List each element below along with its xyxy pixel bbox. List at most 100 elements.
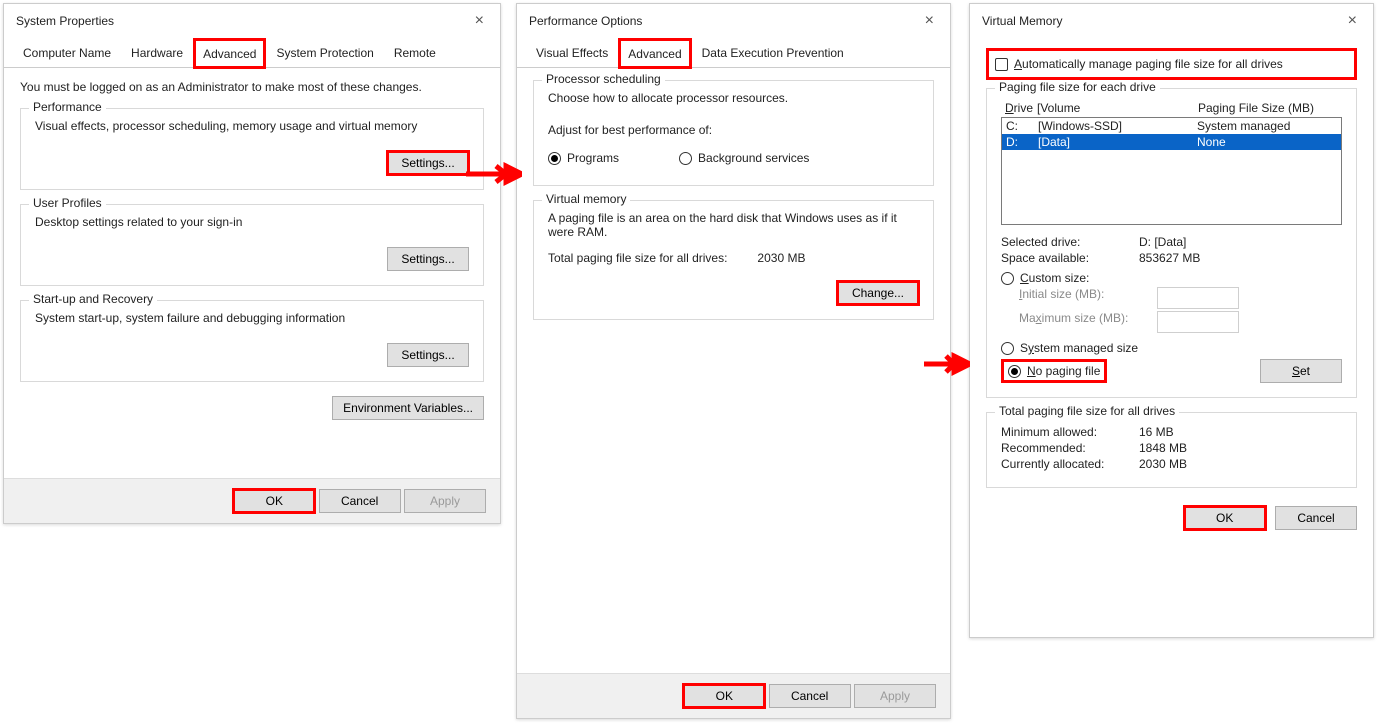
tab-dep[interactable]: Data Execution Prevention bbox=[693, 38, 853, 67]
space-available-label: Space available: bbox=[1001, 251, 1127, 265]
startup-recovery-legend: Start-up and Recovery bbox=[29, 292, 157, 306]
dialog-body: You must be logged on as an Administrato… bbox=[4, 68, 500, 432]
dialog-body: Automatically manage paging file size fo… bbox=[970, 38, 1373, 540]
paging-size-legend: Paging file size for each drive bbox=[995, 80, 1160, 94]
radio-dot-icon bbox=[1001, 342, 1014, 355]
cancel-button[interactable]: Cancel bbox=[769, 684, 851, 708]
drive-table-header: Drive [Volume Paging File Size (MB) bbox=[1001, 99, 1342, 117]
recommended-label: Recommended: bbox=[1001, 441, 1127, 455]
apply-button[interactable]: Apply bbox=[404, 489, 486, 513]
drive-row-c[interactable]: C: [Windows-SSD] System managed bbox=[1002, 118, 1341, 134]
max-size-label: Maximum size (MB): bbox=[1019, 311, 1145, 333]
title: Virtual Memory bbox=[982, 14, 1062, 28]
close-icon[interactable]: × bbox=[1340, 10, 1365, 32]
performance-desc: Visual effects, processor scheduling, me… bbox=[35, 119, 469, 133]
radio-system-managed[interactable]: System managed size bbox=[1001, 341, 1342, 355]
dialog-body: Processor scheduling Choose how to alloc… bbox=[517, 68, 950, 346]
currently-allocated-value: 2030 MB bbox=[1139, 457, 1187, 471]
radio-programs[interactable]: Programs bbox=[548, 151, 619, 165]
performance-group: Performance Visual effects, processor sc… bbox=[20, 108, 484, 190]
startup-settings-button[interactable]: Settings... bbox=[387, 343, 469, 367]
total-paging-group: Total paging file size for all drives Mi… bbox=[986, 412, 1357, 488]
titlebar: System Properties × bbox=[4, 4, 500, 38]
selected-drive-value: D: [Data] bbox=[1139, 235, 1186, 249]
admin-note: You must be logged on as an Administrato… bbox=[20, 80, 484, 94]
set-button[interactable]: Set bbox=[1260, 359, 1342, 383]
sched-adjust: Adjust for best performance of: bbox=[548, 123, 919, 137]
tabstrip: Visual Effects Advanced Data Execution P… bbox=[517, 38, 950, 68]
vm-total-value: 2030 MB bbox=[757, 251, 805, 265]
tab-visual-effects[interactable]: Visual Effects bbox=[527, 38, 617, 67]
ok-button[interactable]: OK bbox=[233, 489, 315, 513]
arrow-icon bbox=[924, 360, 966, 368]
tab-advanced[interactable]: Advanced bbox=[619, 39, 690, 68]
tab-computer-name[interactable]: Computer Name bbox=[14, 38, 120, 67]
tab-hardware[interactable]: Hardware bbox=[122, 38, 192, 67]
initial-size-input[interactable] bbox=[1157, 287, 1239, 309]
close-icon[interactable]: × bbox=[917, 10, 942, 32]
environment-variables-button[interactable]: Environment Variables... bbox=[332, 396, 484, 420]
ok-button[interactable]: OK bbox=[683, 684, 765, 708]
ok-button[interactable]: OK bbox=[1184, 506, 1266, 530]
auto-manage-label: Automatically manage paging file size fo… bbox=[1014, 57, 1283, 71]
radio-background-services[interactable]: Background services bbox=[679, 151, 809, 165]
radio-bg-label: Background services bbox=[698, 151, 809, 165]
vm-total-label: Total paging file size for all drives: bbox=[548, 251, 727, 265]
performance-settings-button[interactable]: Settings... bbox=[387, 151, 469, 175]
processor-scheduling-group: Processor scheduling Choose how to alloc… bbox=[533, 80, 934, 186]
performance-options-dialog: Performance Options × Visual Effects Adv… bbox=[516, 3, 951, 719]
vm-desc: A paging file is an area on the hard dis… bbox=[548, 211, 919, 239]
user-profiles-settings-button[interactable]: Settings... bbox=[387, 247, 469, 271]
tab-remote[interactable]: Remote bbox=[385, 38, 445, 67]
radio-custom-size[interactable]: Custom size: bbox=[1001, 271, 1342, 285]
title: System Properties bbox=[16, 14, 114, 28]
bottom-bar: OK Cancel Apply bbox=[517, 673, 950, 718]
virtual-memory-dialog: Virtual Memory × Automatically manage pa… bbox=[969, 3, 1374, 638]
min-allowed-value: 16 MB bbox=[1139, 425, 1174, 439]
auto-manage-highlight: Automatically manage paging file size fo… bbox=[986, 48, 1357, 80]
space-available-value: 853627 MB bbox=[1139, 251, 1200, 265]
tab-advanced[interactable]: Advanced bbox=[194, 39, 265, 68]
change-button[interactable]: Change... bbox=[837, 281, 919, 305]
close-icon[interactable]: × bbox=[467, 10, 492, 32]
virtual-memory-legend: Virtual memory bbox=[542, 192, 630, 206]
drive-table[interactable]: C: [Windows-SSD] System managed D: [Data… bbox=[1001, 117, 1342, 225]
radio-dot-icon bbox=[548, 152, 561, 165]
radio-no-paging-file[interactable]: No paging file bbox=[1008, 364, 1100, 378]
titlebar: Virtual Memory × bbox=[970, 4, 1373, 38]
tabstrip: Computer Name Hardware Advanced System P… bbox=[4, 38, 500, 68]
currently-allocated-label: Currently allocated: bbox=[1001, 457, 1127, 471]
initial-size-label: Initial size (MB): bbox=[1019, 287, 1145, 309]
tab-system-protection[interactable]: System Protection bbox=[267, 38, 382, 67]
user-profiles-group: User Profiles Desktop settings related t… bbox=[20, 204, 484, 286]
checkbox-icon bbox=[995, 58, 1008, 71]
virtual-memory-group: Virtual memory A paging file is an area … bbox=[533, 200, 934, 320]
titlebar: Performance Options × bbox=[517, 4, 950, 38]
user-profiles-desc: Desktop settings related to your sign-in bbox=[35, 215, 469, 229]
cancel-button[interactable]: Cancel bbox=[1275, 506, 1357, 530]
bottom-bar: OK Cancel Apply bbox=[4, 478, 500, 523]
apply-button[interactable]: Apply bbox=[854, 684, 936, 708]
no-paging-highlight: No paging file bbox=[1001, 359, 1107, 383]
user-profiles-legend: User Profiles bbox=[29, 196, 106, 210]
startup-recovery-group: Start-up and Recovery System start-up, s… bbox=[20, 300, 484, 382]
processor-scheduling-legend: Processor scheduling bbox=[542, 72, 665, 86]
radio-dot-icon bbox=[1008, 365, 1021, 378]
recommended-value: 1848 MB bbox=[1139, 441, 1187, 455]
performance-legend: Performance bbox=[29, 100, 106, 114]
max-size-input[interactable] bbox=[1157, 311, 1239, 333]
auto-manage-checkbox[interactable]: Automatically manage paging file size fo… bbox=[995, 57, 1348, 71]
selected-drive-label: Selected drive: bbox=[1001, 235, 1127, 249]
arrow-icon bbox=[466, 170, 520, 178]
total-paging-legend: Total paging file size for all drives bbox=[995, 404, 1179, 418]
system-properties-dialog: System Properties × Computer Name Hardwa… bbox=[3, 3, 501, 524]
startup-recovery-desc: System start-up, system failure and debu… bbox=[35, 311, 469, 325]
cancel-button[interactable]: Cancel bbox=[319, 489, 401, 513]
min-allowed-label: Minimum allowed: bbox=[1001, 425, 1127, 439]
paging-size-per-drive-group: Paging file size for each drive Drive [V… bbox=[986, 88, 1357, 398]
title: Performance Options bbox=[529, 14, 642, 28]
radio-programs-label: Programs bbox=[567, 151, 619, 165]
sched-desc: Choose how to allocate processor resourc… bbox=[548, 91, 919, 105]
radio-dot-icon bbox=[1001, 272, 1014, 285]
drive-row-d[interactable]: D: [Data] None bbox=[1002, 134, 1341, 150]
